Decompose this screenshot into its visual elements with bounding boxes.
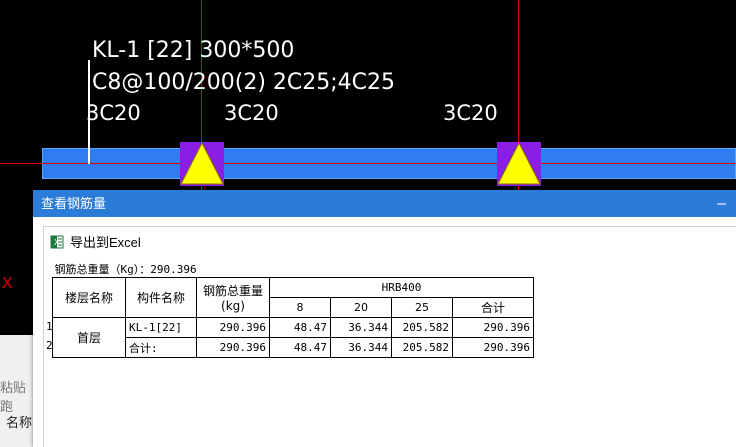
axis-line-horizontal [0, 163, 736, 164]
header-d8: 8 [269, 297, 331, 318]
export-excel-label: 导出到Excel [70, 235, 141, 250]
rebar-label-left: 3C20 [86, 101, 141, 125]
beam-label-line2: C8@100/200(2) 2C25;4C25 [92, 70, 396, 95]
header-total-weight-unit: (kg) [221, 299, 245, 313]
cell-d20: 36.344 [330, 317, 392, 338]
cell-d8: 48.47 [269, 317, 331, 338]
header-total-weight-text: 钢筋总重量 [202, 284, 263, 298]
support-triangle-icon [180, 142, 224, 185]
support-triangle-icon [497, 142, 541, 185]
export-excel-button[interactable]: X 导出到Excel [50, 232, 141, 251]
rebar-table: 钢筋总重量（Kg）：290.396 楼层名称 构件名称 钢筋总重量 (kg) H… [52, 260, 534, 358]
header-d25: 25 [391, 297, 453, 318]
cell-component: KL-1[22] [125, 317, 197, 338]
rebar-label-right: 3C20 [443, 101, 498, 125]
dialog-title: 查看钢筋量 [41, 196, 107, 211]
table-row[interactable]: 首层 KL-1[22] 290.396 48.47 36.344 205.582… [52, 317, 534, 358]
total-weight-caption: 钢筋总重量（Kg）：290.396 [52, 260, 534, 278]
header-total-weight: 钢筋总重量 (kg) [196, 277, 270, 318]
header-grade: HRB400 [269, 277, 534, 298]
row-index: 1 [46, 320, 53, 333]
row-index: 2 [46, 339, 53, 352]
dialog-titlebar[interactable]: 查看钢筋量 – [33, 190, 736, 217]
axis-marker-x: X [2, 275, 13, 292]
cell-d20: 36.344 [330, 337, 392, 358]
label-leader-line [88, 60, 90, 164]
cell-floor: 首层 [52, 317, 126, 358]
cell-total: 290.396 [196, 337, 270, 358]
cell-sum: 290.396 [452, 337, 534, 358]
dialog-toolbar: X 导出到Excel [43, 226, 736, 256]
minimize-button[interactable]: – [717, 190, 726, 217]
beam-label-line1: KL-1 [22] 300*500 [92, 38, 295, 63]
table-row[interactable]: 合计: 290.396 48.47 36.344 205.582 290.396 [53, 337, 534, 358]
column-support[interactable] [180, 142, 224, 186]
dialog-content: 钢筋总重量（Kg）：290.396 楼层名称 构件名称 钢筋总重量 (kg) H… [43, 254, 736, 447]
excel-icon: X [50, 235, 64, 249]
cell-component: 合计: [125, 337, 197, 358]
cell-d25: 205.582 [391, 337, 453, 358]
view-rebar-dialog: 查看钢筋量 – X 导出到Excel 钢筋总重量（Kg）：290.396 楼层名… [33, 190, 736, 447]
cell-total: 290.396 [196, 317, 270, 338]
cell-sum: 290.396 [452, 317, 534, 338]
rebar-label-mid: 3C20 [224, 101, 279, 125]
cell-d8: 48.47 [269, 337, 331, 358]
cell-d25: 205.582 [391, 317, 453, 338]
paste-label: 粘贴跑 [0, 380, 27, 414]
header-sum: 合计 [452, 297, 534, 318]
header-d20: 20 [330, 297, 392, 318]
column-support[interactable] [497, 142, 541, 186]
name-label: 名称 [6, 415, 33, 430]
header-floor: 楼层名称 [52, 277, 126, 318]
header-component: 构件名称 [125, 277, 197, 318]
